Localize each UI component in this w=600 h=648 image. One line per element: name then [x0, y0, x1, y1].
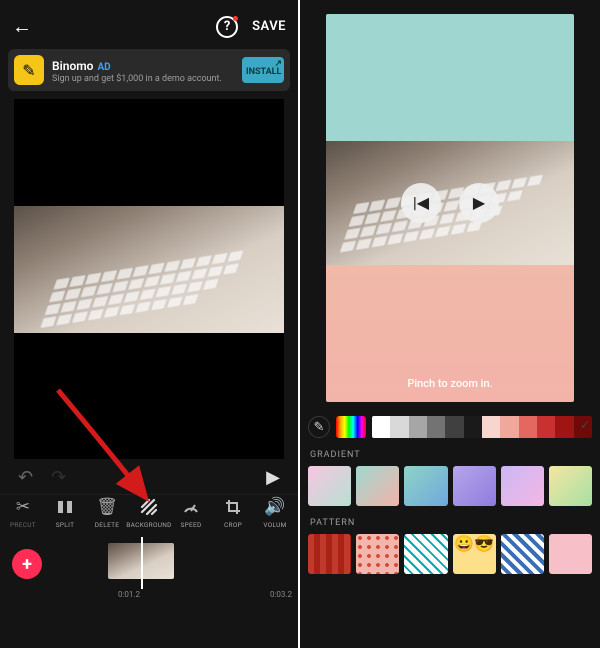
- tool-speed[interactable]: SPEED: [170, 497, 212, 529]
- tool-precut[interactable]: ✂PRECUT: [2, 497, 44, 529]
- gradient-swatch[interactable]: [356, 466, 399, 506]
- color-swatch[interactable]: [464, 416, 482, 438]
- gradient-swatch[interactable]: [501, 466, 544, 506]
- color-swatch[interactable]: [537, 416, 555, 438]
- tool-split[interactable]: SPLIT: [44, 497, 86, 529]
- color-swatch[interactable]: [482, 416, 500, 438]
- playhead[interactable]: [141, 537, 143, 589]
- tool-volume[interactable]: 🔊VOLUM: [254, 497, 296, 529]
- tool-delete[interactable]: 🗑DELETE: [86, 497, 128, 529]
- gradient-swatch[interactable]: [404, 466, 447, 506]
- color-swatch[interactable]: [555, 416, 573, 438]
- ad-title: Binomo: [52, 59, 93, 73]
- background-preview[interactable]: |◀ ▶ Pinch to zoom in.: [326, 14, 574, 402]
- color-swatch[interactable]: [372, 416, 390, 438]
- editor-toolbar: ✂PRECUT SPLIT 🗑DELETE BACKGROUND SPEED C…: [0, 494, 298, 537]
- time-duration: 0:03.2: [270, 590, 292, 599]
- gradient-swatch[interactable]: [308, 466, 351, 506]
- eyedropper-button[interactable]: ✎: [308, 416, 330, 438]
- gradient-swatch[interactable]: [549, 466, 592, 506]
- pattern-swatch[interactable]: 😀😎: [453, 534, 496, 574]
- pinch-hint: Pinch to zoom in.: [326, 377, 574, 390]
- play-button[interactable]: ▶: [266, 467, 280, 488]
- help-button[interactable]: ?: [216, 16, 238, 38]
- install-button[interactable]: ↗INSTALL: [242, 57, 284, 83]
- pattern-section-label: PATTERN: [310, 518, 590, 528]
- pattern-swatch[interactable]: [549, 534, 592, 574]
- tool-background[interactable]: BACKGROUND: [128, 497, 170, 529]
- color-swatch[interactable]: [519, 416, 537, 438]
- save-button[interactable]: SAVE: [252, 19, 286, 34]
- pattern-swatch[interactable]: [356, 534, 399, 574]
- solid-color-row[interactable]: ✓: [372, 416, 592, 438]
- ad-banner[interactable]: ✎ Binomo AD Sign up and get $1,000 in a d…: [8, 49, 290, 91]
- pattern-swatch[interactable]: [308, 534, 351, 574]
- add-clip-button[interactable]: +: [12, 549, 42, 579]
- color-swatch[interactable]: [500, 416, 518, 438]
- undo-button[interactable]: ↶: [18, 467, 33, 488]
- color-swatch[interactable]: [445, 416, 463, 438]
- pattern-swatch[interactable]: [404, 534, 447, 574]
- ad-badge: AD: [97, 62, 110, 73]
- color-swatch[interactable]: [409, 416, 427, 438]
- ad-subtitle: Sign up and get $1,000 in a demo account…: [52, 74, 234, 85]
- gradient-swatch[interactable]: [453, 466, 496, 506]
- timeline[interactable]: + 0:01.2 0:03.2: [0, 537, 298, 589]
- color-swatch[interactable]: [390, 416, 408, 438]
- color-swatch[interactable]: [427, 416, 445, 438]
- ad-app-icon: ✎: [14, 55, 44, 85]
- play-button[interactable]: ▶: [459, 183, 499, 223]
- time-current: 0:01.2: [118, 590, 140, 599]
- tool-crop[interactable]: CROP: [212, 497, 254, 529]
- back-button[interactable]: ←: [12, 14, 32, 39]
- gradient-section-label: GRADIENT: [310, 450, 590, 460]
- video-preview[interactable]: [14, 99, 284, 459]
- color-spectrum[interactable]: [336, 416, 366, 438]
- selected-check-icon: ✓: [580, 418, 590, 432]
- redo-button[interactable]: ↷: [51, 467, 66, 488]
- pattern-swatch[interactable]: [501, 534, 544, 574]
- prev-button[interactable]: |◀: [401, 183, 441, 223]
